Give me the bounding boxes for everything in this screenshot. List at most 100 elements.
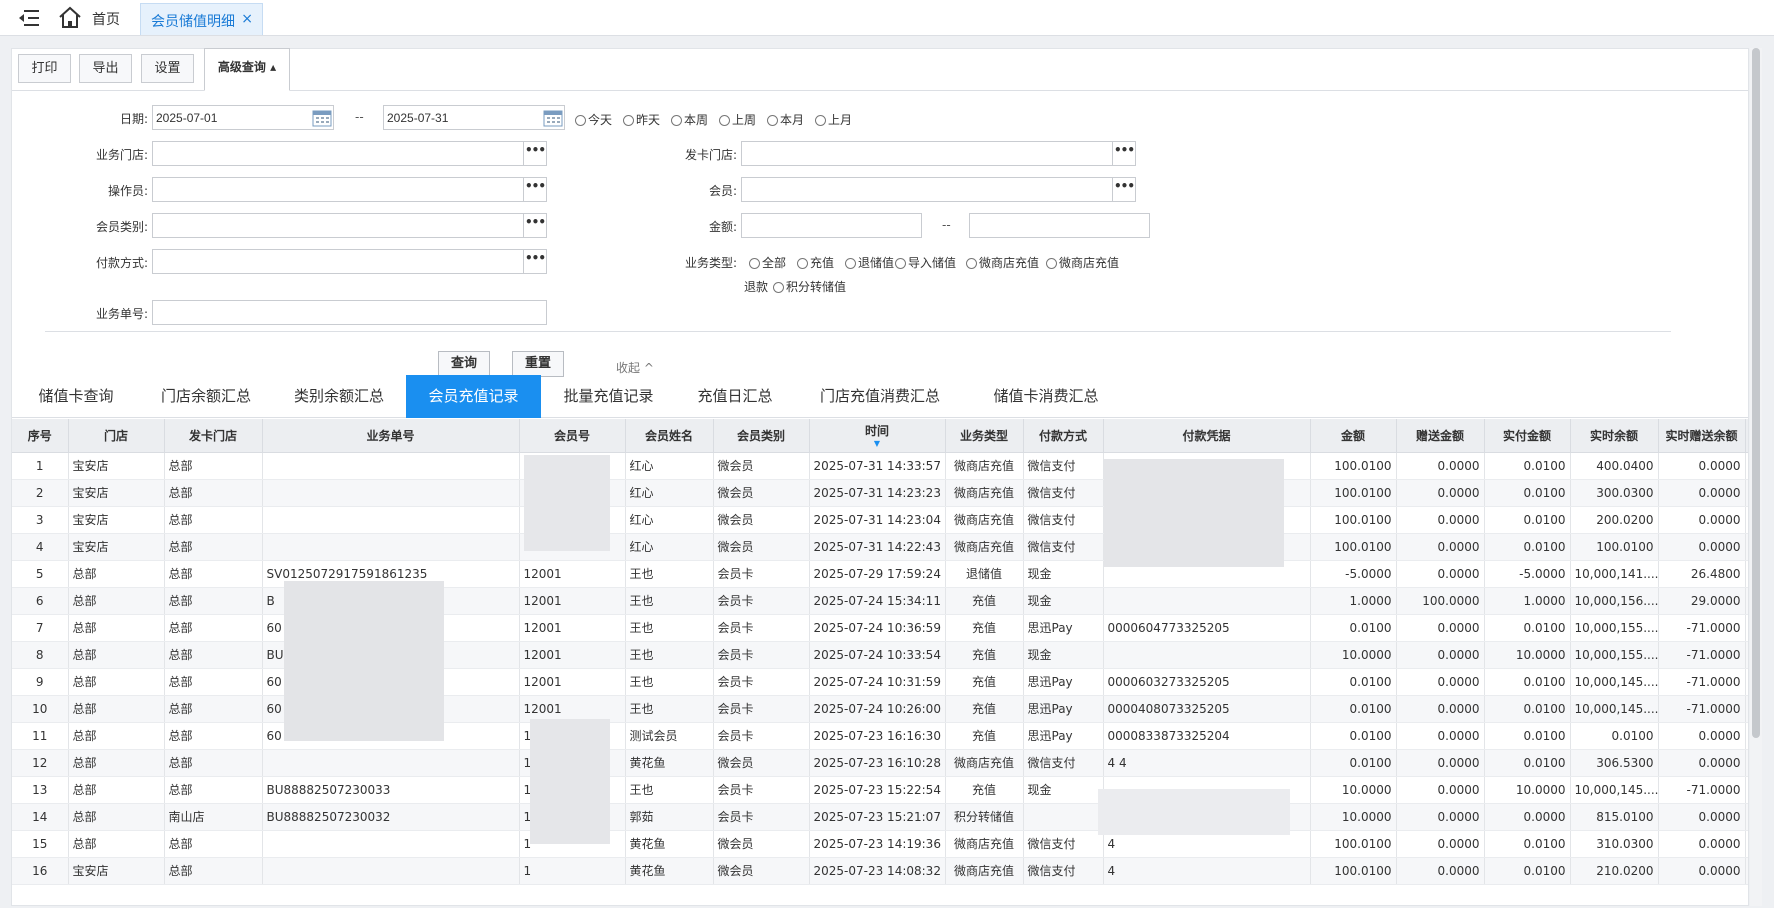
radio-biz-points-to-value[interactable]: 积分转储值 — [773, 278, 846, 295]
tab-store-recharge-consumption-summary[interactable]: 门店充值消费汇总 — [794, 375, 966, 418]
sort-desc-icon[interactable]: ▼ — [812, 440, 943, 448]
vertical-scrollbar[interactable] — [1750, 48, 1762, 906]
member-picker-button[interactable]: ••• — [1112, 177, 1136, 202]
col-store-header[interactable]: 门店 — [68, 419, 165, 453]
col-biz-type-header[interactable]: 业务类型 — [945, 419, 1024, 453]
radio-biz-import[interactable]: 导入储值 — [895, 254, 956, 271]
col-card-store-header[interactable]: 发卡门店 — [164, 419, 263, 453]
export-button[interactable]: 导出 — [79, 54, 132, 83]
radio-biz-wechat-store-recharge[interactable]: 微商店充值 — [966, 254, 1039, 271]
col-paid-amount-header[interactable]: 实付金额 — [1484, 419, 1571, 453]
table-row[interactable]: 3宝安店总部红心微会员2025-07-31 14:23:04微商店充值微信支付4… — [12, 506, 1748, 534]
menu-collapse-icon[interactable] — [18, 8, 40, 28]
tab-batch-recharge-records[interactable]: 批量充值记录 — [541, 375, 676, 418]
member-type-input[interactable] — [152, 213, 524, 238]
col-gift-balance-cell: -71.0000 — [1658, 776, 1746, 804]
settings-button[interactable]: 设置 — [141, 54, 194, 83]
advanced-query-button[interactable]: 高级查询 ▴ — [204, 48, 290, 91]
table-row[interactable]: 16 宝安店 总部 1 黄花鱼 微会员 2025-07-23 14:08:32 微商店充值 微信… — [12, 857, 1748, 885]
biz-no-input[interactable] — [152, 300, 547, 325]
tab-category-balance-summary[interactable]: 类别余额汇总 — [272, 375, 406, 418]
table-row[interactable]: 10总部总部60 55166112001王也会员卡2025-07-24 10:2… — [12, 695, 1748, 723]
store-picker-button[interactable]: ••• — [523, 141, 547, 166]
card-store-picker-button[interactable]: ••• — [1112, 141, 1136, 166]
col-more-header[interactable] — [1745, 419, 1748, 453]
radio-last-month[interactable]: 上月 — [815, 111, 852, 128]
col-store-cell: 宝安店 — [68, 452, 165, 480]
print-button[interactable]: 打印 — [18, 54, 71, 83]
home-tab-label[interactable]: 首页 — [92, 9, 120, 29]
payment-input[interactable] — [152, 249, 524, 274]
col-balance-header[interactable]: 实时余额 — [1570, 419, 1659, 453]
tab-member-recharge-records[interactable]: 会员充值记录 — [406, 375, 541, 418]
date-from-input[interactable] — [152, 105, 334, 130]
col-index-header[interactable]: 序号 — [12, 419, 69, 453]
col-gift-balance-header[interactable]: 实时赠送余额 — [1658, 419, 1746, 453]
table-row[interactable]: 15 总部 总部 1 黄花鱼 微会员 2025-07-23 14:19:36 微商店充值 微信支… — [12, 830, 1748, 858]
table-row[interactable]: 4宝安店总部红心微会员2025-07-31 14:22:43微商店充值微信支付4… — [12, 533, 1748, 561]
biz-type-refund-suffix: 退款 — [744, 280, 769, 294]
calendar-icon[interactable] — [312, 109, 332, 127]
store-label: 业务门店: — [95, 148, 148, 162]
col-member-type-cell: 会员卡 — [713, 587, 810, 615]
col-member-name-cell: 黄花鱼 — [625, 857, 714, 885]
col-amount-header[interactable]: 金额 — [1310, 419, 1397, 453]
col-biz-no-header[interactable]: 业务单号 — [262, 419, 520, 453]
col-gift-amount-cell: 0.0000 — [1396, 641, 1485, 669]
tab-member-stored-value-detail[interactable]: 会员储值明细 × — [140, 3, 263, 35]
tab-store-balance-summary[interactable]: 门店余额汇总 — [140, 375, 272, 418]
col-more-cell: 管 — [1745, 803, 1748, 831]
table-row[interactable]: 12 总部 总部 1 黄花鱼 微会员 2025-07-23 16:10:28 微商店充值 微信支… — [12, 749, 1748, 777]
tab-stored-card-query[interactable]: 储值卡查询 — [12, 375, 140, 418]
close-icon[interactable]: × — [241, 11, 253, 27]
radio-biz-recharge[interactable]: 充值 — [797, 254, 834, 271]
operator-picker-button[interactable]: ••• — [523, 177, 547, 202]
member-input[interactable] — [741, 177, 1113, 202]
calendar-icon[interactable] — [543, 109, 563, 127]
col-gift-amount-header[interactable]: 赠送金额 — [1396, 419, 1485, 453]
date-to-input[interactable] — [383, 105, 565, 130]
tab-stored-card-consumption-summary[interactable]: 储值卡消费汇总 — [966, 375, 1126, 418]
store-input[interactable] — [152, 141, 524, 166]
table-row[interactable]: 13 总部 总部 BU88882507230033 1 王也 会员卡 2025-07-23 1… — [12, 776, 1748, 804]
table-row[interactable]: 11总部总部60 62361716001测试会员会员卡2025-07-23 16… — [12, 722, 1748, 750]
radio-this-week[interactable]: 本周 — [671, 111, 708, 128]
records-table: 序号 门店 发卡门店 业务单号 会员号 会员姓名 会员类别 时间 ▼ 业务类型 付款方式 付款凭据 金额… — [12, 419, 1748, 907]
reset-button[interactable]: 重置 — [512, 351, 564, 377]
member-type-picker-button[interactable]: ••• — [523, 213, 547, 238]
query-button[interactable]: 查询 — [438, 351, 490, 377]
col-time-header[interactable]: 时间 ▼ — [809, 419, 946, 453]
operator-input[interactable] — [152, 177, 524, 202]
table-row[interactable]: 6 总部 总部 B 12001 王也 会员卡 2025-07-24 15:34:11 充值 现金 1… — [12, 587, 1748, 615]
col-member-no-header[interactable]: 会员号 — [519, 419, 626, 453]
radio-biz-wechat-store-recharge-refund[interactable]: 微商店充值 — [1046, 254, 1119, 271]
scrollbar-thumb[interactable] — [1752, 48, 1760, 738]
table-row[interactable]: 9总部总部60 15065212001王也会员卡2025-07-24 10:31… — [12, 668, 1748, 696]
table-row[interactable]: 5 总部 总部 SV0125072917591861235 12001 王也 会员卡 2025… — [12, 560, 1748, 588]
table-row[interactable]: 14 总部 南山店 BU88882507230032 1 郭茹 会员卡 2025-07-23 … — [12, 803, 1748, 831]
member-type-label: 会员类别: — [95, 220, 148, 234]
amount-min-input[interactable] — [741, 213, 922, 238]
collapse-link[interactable]: 收起 ^ — [616, 359, 654, 376]
table-row[interactable]: 1宝安店总部 红心微会员2025-07-31 14:33:57微商店充值微信支付 4… — [12, 452, 1748, 480]
col-payment-header[interactable]: 付款方式 — [1023, 419, 1104, 453]
col-time-cell: 2025-07-23 15:21:07 — [809, 803, 946, 831]
radio-biz-all[interactable]: 全部 — [749, 254, 786, 271]
col-voucher-header[interactable]: 付款凭据 — [1103, 419, 1311, 453]
radio-today[interactable]: 今天 — [575, 111, 612, 128]
table-row[interactable]: 2宝安店总部红心微会员2025-07-31 14:23:23微商店充值微信支付4… — [12, 479, 1748, 507]
radio-last-week[interactable]: 上周 — [719, 111, 756, 128]
col-member-name-header[interactable]: 会员姓名 — [625, 419, 714, 453]
payment-picker-button[interactable]: ••• — [523, 249, 547, 274]
col-balance-cell: 10,000,155.... — [1570, 614, 1659, 642]
radio-biz-refund[interactable]: 退储值 — [845, 254, 894, 271]
amount-max-input[interactable] — [969, 213, 1150, 238]
home-icon[interactable] — [58, 6, 82, 30]
tab-daily-recharge-summary[interactable]: 充值日汇总 — [676, 375, 794, 418]
card-store-input[interactable] — [741, 141, 1113, 166]
table-row[interactable]: 7总部总部60 64985012001王也会员卡2025-07-24 10:36… — [12, 614, 1748, 642]
table-row[interactable]: 8 总部 总部 BU 12001 王也 会员卡 2025-07-24 10:33:54 充值 现金… — [12, 641, 1748, 669]
radio-yesterday[interactable]: 昨天 — [623, 111, 660, 128]
radio-this-month[interactable]: 本月 — [767, 111, 804, 128]
col-member-type-header[interactable]: 会员类别 — [713, 419, 810, 453]
